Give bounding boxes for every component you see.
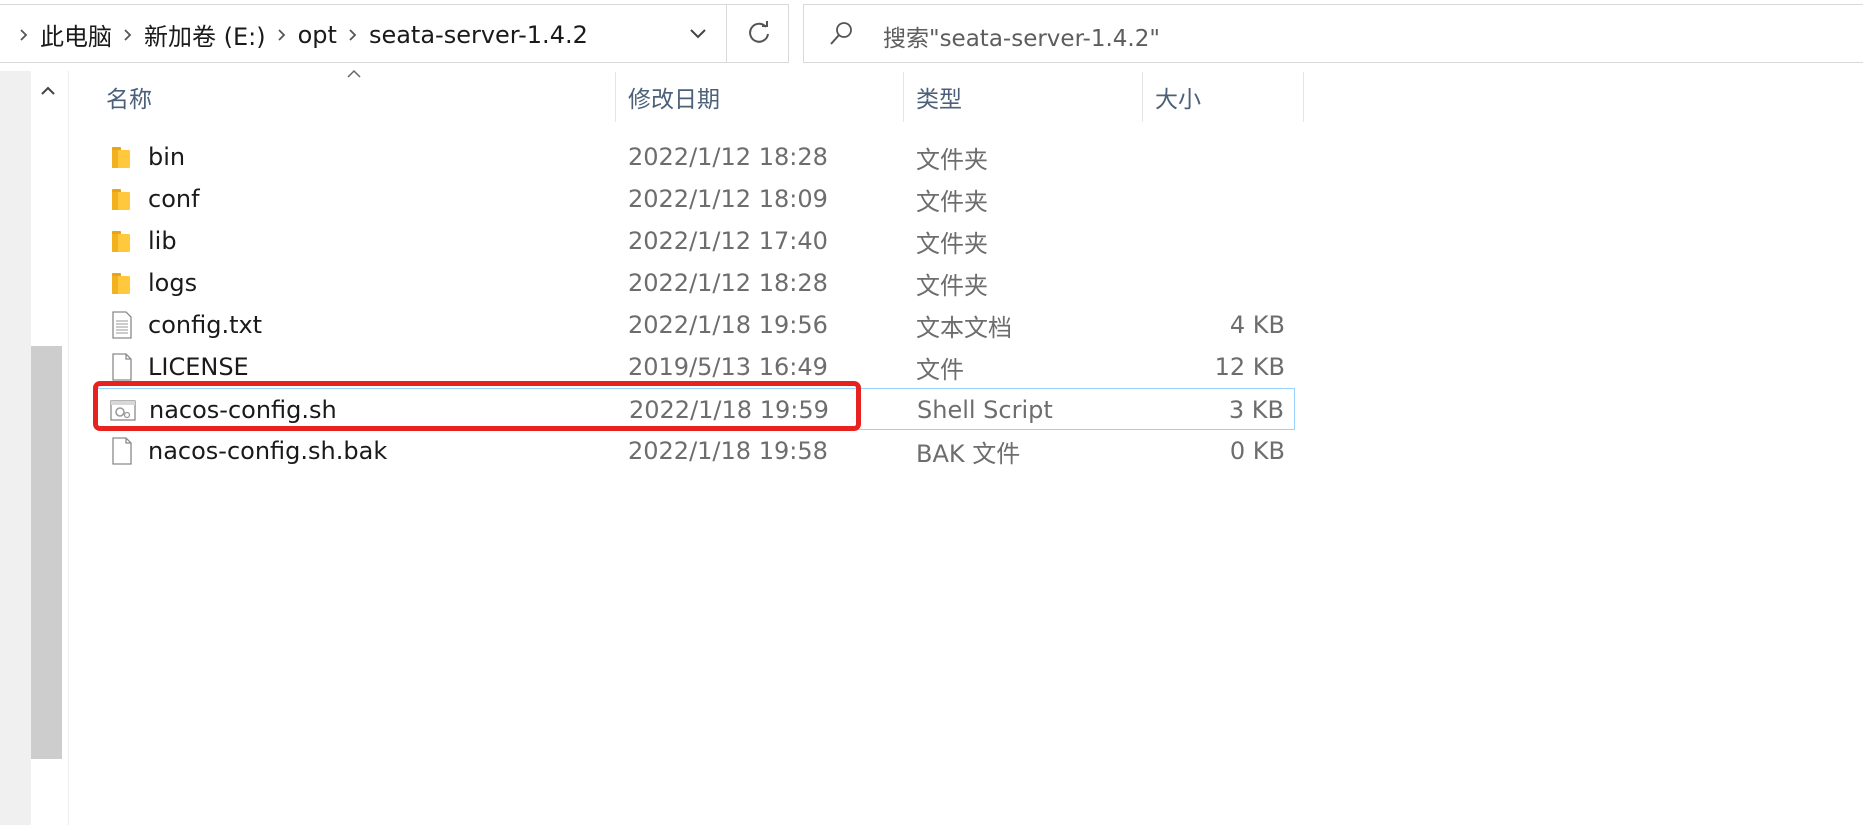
file-icon (109, 352, 135, 382)
breadcrumb-current-folder[interactable]: seata-server-1.4.2 (369, 21, 588, 49)
text-file-icon (109, 310, 135, 340)
file-modified-date: 2022/1/18 19:58 (628, 437, 828, 465)
column-header-type[interactable]: 类型 (916, 72, 1141, 122)
file-size: 12 KB (1214, 353, 1285, 381)
column-header-size-label: 大小 (1155, 87, 1201, 113)
chevron-right-icon[interactable] (120, 27, 136, 43)
file-size: 4 KB (1229, 311, 1285, 339)
breadcrumb: 此电脑 新加卷 (E:) opt seata-server-1.4.2 (8, 5, 588, 64)
file-name: conf (148, 185, 200, 213)
divider (726, 5, 727, 62)
top-bar: 此电脑 新加卷 (E:) opt seata-server-1.4.2 搜索"s… (0, 0, 1863, 65)
refresh-icon[interactable] (742, 17, 776, 51)
file-modified-date: 2022/1/12 18:28 (628, 143, 828, 171)
file-row[interactable]: nacos-config.sh.bak 2022/1/18 19:58 BAK 文件… (97, 430, 1295, 472)
file-row[interactable]: config.txt 2022/1/18 19:56 文本文档 4 KB (97, 304, 1295, 346)
column-divider[interactable] (615, 72, 616, 122)
file-type: 文本文档 (916, 313, 1012, 342)
column-divider[interactable] (1142, 72, 1143, 122)
script-file-icon (110, 395, 136, 425)
file-row[interactable]: logs 2022/1/12 18:28 文件夹 (97, 262, 1295, 304)
file-type: 文件夹 (916, 271, 988, 300)
file-name: bin (148, 143, 186, 171)
breadcrumb-this-pc[interactable]: 此电脑 (40, 17, 112, 52)
file-name: lib (148, 227, 177, 255)
file-modified-date: 2022/1/12 18:28 (628, 269, 828, 297)
file-type: Shell Script (917, 396, 1053, 424)
file-row[interactable]: bin 2022/1/12 18:28 文件夹 (97, 136, 1295, 178)
file-name: config.txt (148, 311, 263, 339)
column-header-date-label: 修改日期 (628, 87, 720, 113)
file-type: BAK 文件 (916, 439, 1021, 468)
column-header-type-label: 类型 (916, 87, 962, 113)
chevron-right-icon[interactable] (16, 27, 32, 43)
breadcrumb-opt[interactable]: opt (298, 21, 337, 49)
file-modified-date: 2022/1/12 17:40 (628, 227, 828, 255)
breadcrumb-drive[interactable]: 新加卷 (E:) (144, 17, 266, 52)
navigation-pane-edge (0, 71, 31, 825)
search-input[interactable]: 搜索"seata-server-1.4.2" (883, 19, 1160, 53)
file-icon (109, 436, 135, 466)
file-modified-date: 2022/1/18 19:56 (628, 311, 828, 339)
file-row[interactable]: nacos-config.sh 2022/1/18 19:59 Shell Scri… (97, 388, 1295, 430)
column-divider[interactable] (1303, 72, 1304, 122)
file-name: logs (148, 269, 198, 297)
chevron-down-icon[interactable] (683, 19, 713, 49)
folder-icon (109, 226, 135, 256)
file-size: 0 KB (1229, 437, 1285, 465)
file-type: 文件夹 (916, 229, 988, 258)
file-size: 3 KB (1228, 396, 1284, 424)
column-header-date[interactable]: 修改日期 (628, 72, 903, 122)
pane-divider (68, 71, 69, 825)
search-icon (830, 22, 852, 45)
file-name: LICENSE (148, 353, 249, 381)
file-modified-date: 2022/1/18 19:59 (629, 396, 829, 424)
chevron-right-icon[interactable] (274, 27, 290, 43)
column-divider[interactable] (903, 72, 904, 122)
column-header-size[interactable]: 大小 (1155, 72, 1303, 122)
file-row[interactable]: LICENSE 2019/5/13 16:49 文件 12 KB (97, 346, 1295, 388)
folder-icon (109, 268, 135, 298)
file-row[interactable]: lib 2022/1/12 17:40 文件夹 (97, 220, 1295, 262)
folder-icon (109, 184, 135, 214)
file-name: nacos-config.sh (149, 396, 337, 424)
file-modified-date: 2019/5/13 16:49 (628, 353, 828, 381)
file-type: 文件夹 (916, 145, 988, 174)
address-bar[interactable]: 此电脑 新加卷 (E:) opt seata-server-1.4.2 (0, 4, 789, 63)
file-row[interactable]: conf 2022/1/12 18:09 文件夹 (97, 178, 1295, 220)
file-name: nacos-config.sh.bak (148, 437, 388, 465)
scrollbar-thumb[interactable] (31, 346, 62, 759)
file-type: 文件夹 (916, 187, 988, 216)
column-header-name-label: 名称 (106, 87, 152, 113)
file-modified-date: 2022/1/12 18:09 (628, 185, 828, 213)
scroll-up-icon[interactable] (36, 80, 60, 102)
file-type: 文件 (916, 355, 964, 384)
chevron-right-icon[interactable] (345, 27, 361, 43)
column-header-name[interactable]: 名称 (106, 72, 616, 122)
folder-icon (109, 142, 135, 172)
search-box[interactable]: 搜索"seata-server-1.4.2" (803, 4, 1863, 63)
